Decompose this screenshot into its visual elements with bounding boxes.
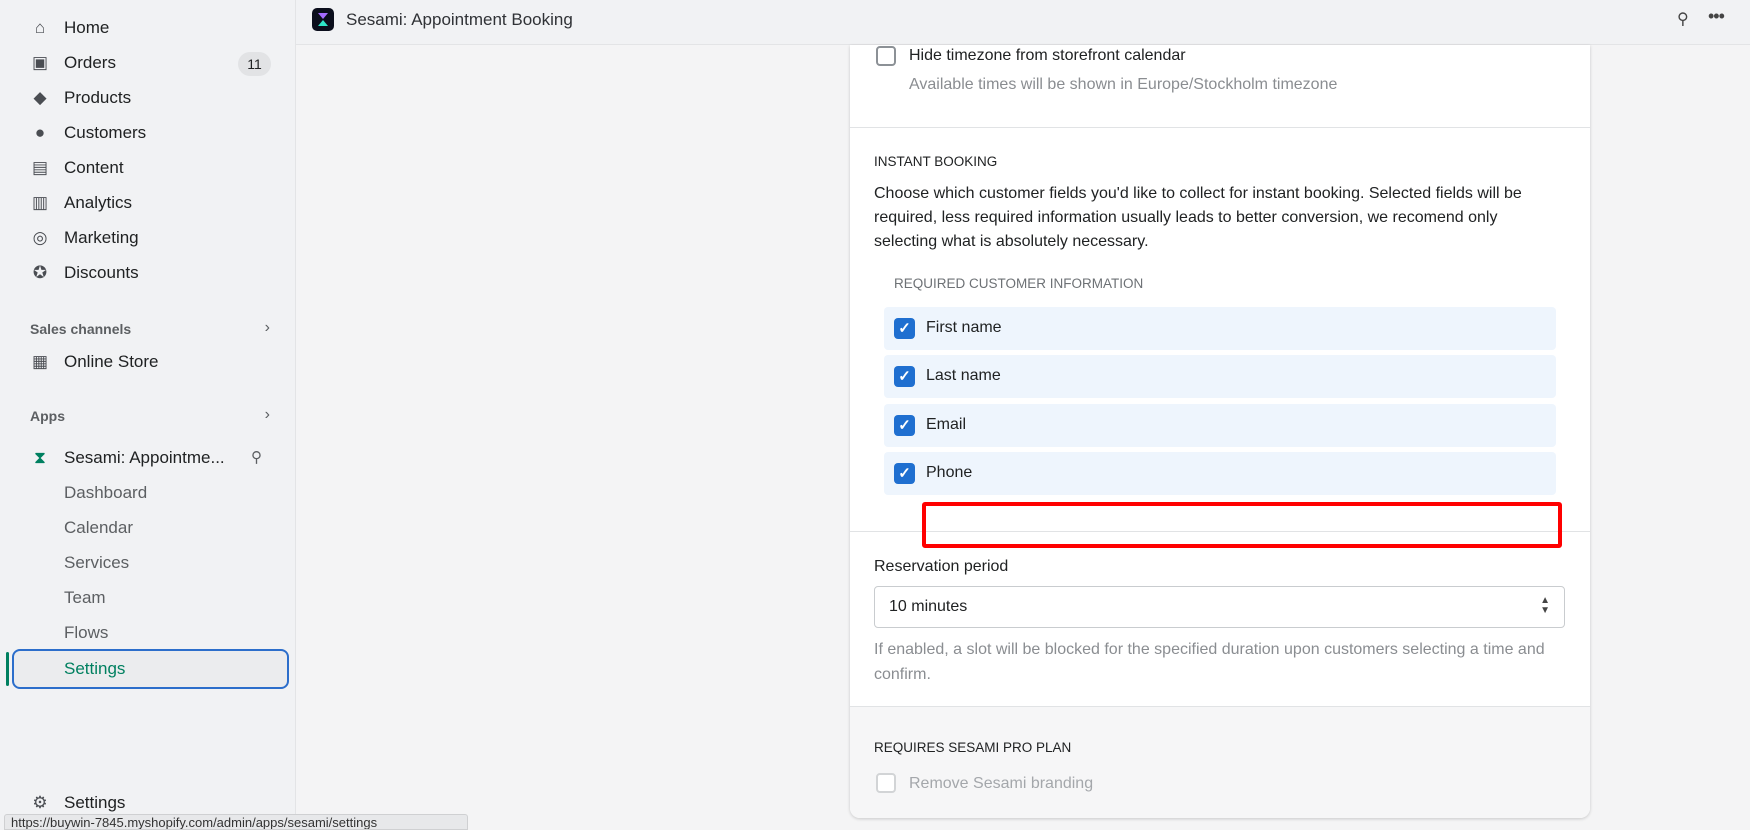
sidebar-subitem-settings[interactable]: Settings bbox=[64, 659, 125, 679]
pro-plan-section: REQUIRES SESAMI PRO PLAN Remove Sesami b… bbox=[850, 706, 1590, 818]
reservation-period-help: If enabled, a slot will be blocked for t… bbox=[874, 641, 1545, 683]
tag-icon: ◆ bbox=[33, 88, 47, 107]
label: Sales channels bbox=[30, 321, 132, 337]
checkbox-checked[interactable]: ✓ bbox=[894, 366, 915, 387]
discount-icon: ✪ bbox=[32, 263, 48, 282]
orders-count-badge: 11 bbox=[238, 52, 271, 76]
sidebar-item-customers[interactable]: ● Customers bbox=[30, 123, 146, 143]
sidebar-item-settings[interactable]: ⚙ Settings bbox=[30, 793, 125, 813]
pin-icon[interactable]: ⚲ bbox=[251, 448, 262, 466]
app-logo bbox=[312, 8, 334, 31]
more-options-icon[interactable]: ••• bbox=[1708, 6, 1725, 27]
sidebar-subitem-calendar[interactable]: Calendar bbox=[64, 518, 133, 538]
label: Analytics bbox=[64, 193, 133, 212]
sales-channels-header[interactable]: Sales channels › bbox=[30, 319, 270, 337]
label: Sesami: Appointme... bbox=[64, 448, 225, 467]
checkbox-checked[interactable]: ✓ bbox=[894, 318, 915, 339]
remove-branding-checkbox[interactable] bbox=[876, 773, 896, 793]
label: Email bbox=[926, 416, 967, 433]
person-icon: ● bbox=[34, 123, 46, 142]
sidebar-item-sesami-app[interactable]: ⧗ Sesami: Appointme... bbox=[30, 448, 225, 468]
sidebar-subitem-dashboard[interactable]: Dashboard bbox=[64, 483, 147, 503]
sidebar-subitem-services[interactable]: Services bbox=[64, 553, 129, 573]
required-info-heading: REQUIRED CUSTOMER INFORMATION bbox=[894, 276, 1144, 291]
chevron-right-icon: › bbox=[264, 319, 270, 336]
label: Online Store bbox=[64, 352, 159, 371]
store-icon: ▦ bbox=[31, 352, 49, 371]
instant-booking-description: Choose which customer fields you'd like … bbox=[874, 185, 1522, 250]
divider bbox=[850, 127, 1590, 128]
label: Settings bbox=[64, 793, 126, 812]
pin-icon[interactable]: ⚲ bbox=[1677, 9, 1689, 29]
select-arrows-icon: ▲ ▼ bbox=[1540, 595, 1550, 616]
apps-header[interactable]: Apps › bbox=[30, 406, 270, 424]
checkbox-checked[interactable]: ✓ bbox=[894, 415, 915, 436]
reservation-period-select[interactable]: 10 minutes ▲ ▼ bbox=[874, 586, 1565, 628]
hourglass-icon: ⧗ bbox=[34, 448, 46, 467]
sidebar-item-marketing[interactable]: ◎ Marketing bbox=[30, 228, 139, 248]
checkbox-checked[interactable]: ✓ bbox=[894, 463, 915, 484]
sidebar-subitem-flows[interactable]: Flows bbox=[64, 623, 108, 643]
label: Marketing bbox=[64, 228, 139, 247]
label: Phone bbox=[926, 464, 973, 481]
status-url: https://buywin-7845.myshopify.com/admin/… bbox=[4, 814, 468, 830]
sidebar-item-content[interactable]: ▤ Content bbox=[30, 158, 124, 178]
hide-timezone-help: Available times will be shown in Europe/… bbox=[909, 76, 1338, 93]
gear-icon: ⚙ bbox=[32, 793, 48, 812]
sidebar-item-home[interactable]: ⌂ Home bbox=[30, 18, 110, 38]
field-row-last-name[interactable]: ✓ Last name bbox=[884, 355, 1556, 398]
sidebar-item-online-store[interactable]: ▦ Online Store bbox=[30, 352, 159, 372]
sidebar-item-discounts[interactable]: ✪ Discounts bbox=[30, 263, 139, 283]
sidebar-item-products[interactable]: ◆ Products bbox=[30, 88, 131, 108]
chevron-right-icon: › bbox=[264, 406, 270, 423]
active-indicator bbox=[6, 652, 9, 686]
active-highlight bbox=[12, 649, 289, 689]
hide-timezone-label: Hide timezone from storefront calendar bbox=[909, 47, 1186, 64]
pro-plan-heading: REQUIRES SESAMI PRO PLAN bbox=[874, 740, 1072, 755]
target-icon: ◎ bbox=[32, 228, 48, 247]
sidebar: ⌂ Home ▣ Orders 11 ◆ Products ● Customers ▤ C… bbox=[0, 0, 296, 830]
label: Customers bbox=[64, 123, 147, 142]
orders-icon: ▣ bbox=[31, 53, 49, 72]
home-icon: ⌂ bbox=[34, 18, 46, 37]
remove-branding-label: Remove Sesami branding bbox=[909, 775, 1094, 792]
divider bbox=[850, 706, 1590, 707]
top-bar: Sesami: Appointment Booking ⚲ ••• bbox=[296, 0, 1750, 45]
app-title: Sesami: Appointment Booking bbox=[346, 10, 573, 29]
label: Discounts bbox=[64, 263, 139, 282]
field-row-phone[interactable]: ✓ Phone bbox=[884, 452, 1556, 495]
sidebar-item-orders[interactable]: ▣ Orders bbox=[30, 53, 116, 73]
field-row-first-name[interactable]: ✓ First name bbox=[884, 307, 1556, 350]
label: Orders bbox=[64, 53, 116, 72]
label: First name bbox=[926, 319, 1002, 336]
settings-card: Hide timezone from storefront calendar A… bbox=[850, 45, 1590, 818]
instant-booking-heading: INSTANT BOOKING bbox=[874, 154, 998, 169]
sidebar-subitem-team[interactable]: Team bbox=[64, 588, 106, 608]
sidebar-item-analytics[interactable]: ▥ Analytics bbox=[30, 193, 132, 213]
reservation-period-label: Reservation period bbox=[874, 558, 1009, 575]
label: Products bbox=[64, 88, 132, 107]
label: Apps bbox=[30, 408, 65, 424]
label: Content bbox=[64, 158, 124, 177]
bar-chart-icon: ▥ bbox=[31, 193, 49, 212]
field-row-email[interactable]: ✓ Email bbox=[884, 404, 1556, 447]
hide-timezone-checkbox[interactable] bbox=[876, 46, 896, 66]
content-icon: ▤ bbox=[31, 158, 49, 177]
selected-value: 10 minutes bbox=[889, 598, 968, 615]
label: Home bbox=[64, 18, 110, 37]
highlight-box bbox=[922, 502, 1562, 548]
label: Last name bbox=[926, 367, 1001, 384]
